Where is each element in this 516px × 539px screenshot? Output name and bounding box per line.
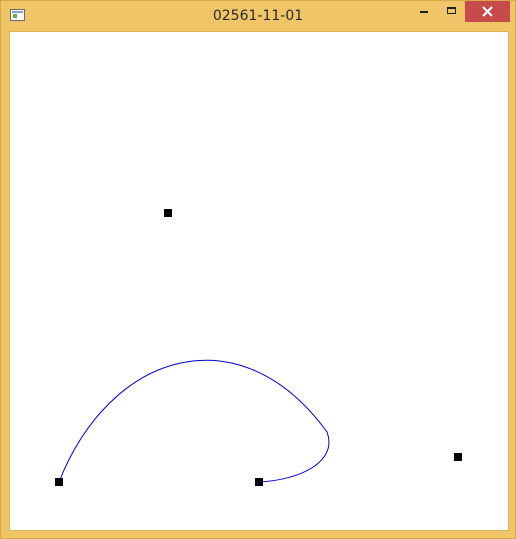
- maximize-icon: [447, 7, 456, 14]
- drawing-canvas-area[interactable]: [9, 31, 509, 531]
- bezier-curve: [58, 359, 330, 483]
- control-point[interactable]: [55, 478, 63, 486]
- close-button[interactable]: [465, 1, 510, 22]
- minimize-icon: [420, 11, 428, 13]
- control-point[interactable]: [255, 478, 263, 486]
- maximize-button[interactable]: [438, 1, 465, 22]
- title-bar[interactable]: 02561-11-01: [1, 1, 515, 31]
- minimize-button[interactable]: [410, 1, 438, 22]
- control-point[interactable]: [454, 453, 462, 461]
- application-window: 02561-11-01: [0, 0, 516, 539]
- bezier-canvas[interactable]: [10, 32, 508, 530]
- close-icon: [482, 6, 493, 17]
- control-point[interactable]: [164, 209, 172, 217]
